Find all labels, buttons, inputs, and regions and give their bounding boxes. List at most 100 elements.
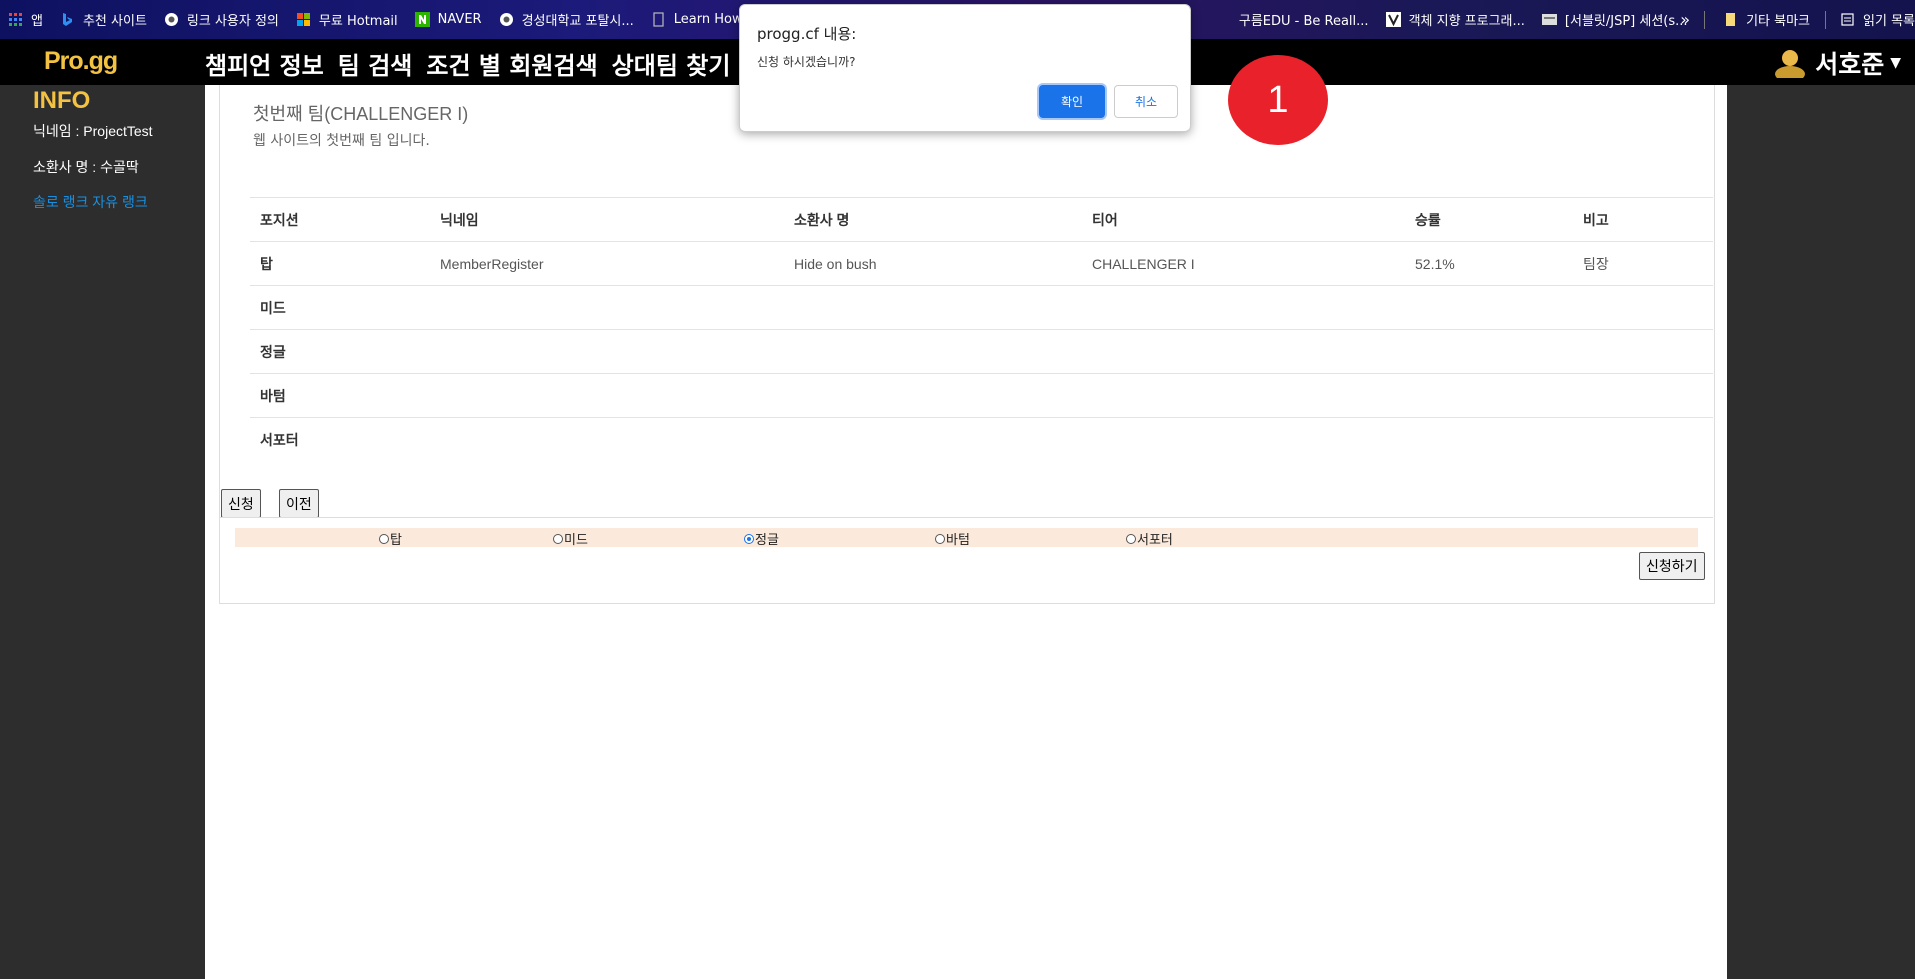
summoner-cell: Hide on bush <box>784 241 1082 286</box>
position-cell: 바텀 <box>250 373 430 418</box>
dialog-ok-button[interactable]: 확인 <box>1039 85 1105 118</box>
dialog-title: progg.cf 내용: <box>757 25 857 43</box>
team-title: 첫번째 팀(CHALLENGER I) <box>253 104 469 124</box>
v-icon <box>1385 12 1401 27</box>
nickname-info: 닉네임 : ProjectTest <box>33 123 153 139</box>
reading-list-button[interactable]: 읽기 목록 <box>1832 0 1915 39</box>
table-row: 정글 <box>250 329 1713 374</box>
column-header-position: 포지션 <box>250 197 430 242</box>
bookmark-apps[interactable]: 앱 <box>0 0 52 39</box>
winrate-cell <box>1405 329 1573 374</box>
nickname-cell <box>430 417 784 461</box>
radio-support[interactable]: 서포터 <box>1126 529 1173 548</box>
summoner-info: 소환사 명 : 수골딱 <box>33 159 139 175</box>
tier-cell <box>1082 373 1405 418</box>
nickname-cell <box>430 285 784 330</box>
nickname-link[interactable]: MemberRegister <box>430 241 784 286</box>
divider <box>1825 10 1827 29</box>
other-bookmarks-button[interactable]: 기타 북마크 <box>1715 0 1819 39</box>
bookmark-custom-links[interactable]: 링크 사용자 정의 <box>156 0 288 39</box>
nav-item-champion-info[interactable]: 챔피언 정보 <box>205 46 324 81</box>
winrate-cell: 52.1% <box>1405 241 1573 286</box>
bookmark-recommended[interactable]: 추천 사이트 <box>52 0 156 39</box>
bookmark-servlet[interactable]: [서블릿/JSP] 세션(s... <box>1534 0 1697 39</box>
bookmark-ks-portal[interactable]: 경성대학교 포탈시... <box>491 0 643 39</box>
rank-links[interactable]: 솔로 랭크 자유 랭크 <box>33 192 148 212</box>
avatar <box>1775 50 1806 78</box>
table-row: 서포터 <box>250 417 1713 461</box>
radio-bottom[interactable]: 바텀 <box>935 529 970 548</box>
globe-icon <box>499 13 513 26</box>
naver-icon <box>414 12 430 27</box>
tier-cell <box>1082 417 1405 461</box>
position-cell: 서포터 <box>250 417 430 461</box>
bookmark-naver[interactable]: NAVER <box>407 0 491 39</box>
bookmark-label: 링크 사용자 정의 <box>186 14 279 29</box>
note-cell <box>1573 417 1713 461</box>
radio-circle <box>379 533 389 544</box>
bookmark-label: [서블릿/JSP] 세션(s... <box>1564 14 1688 29</box>
note-cell <box>1573 373 1713 418</box>
folder-icon <box>1726 13 1736 26</box>
bookmark-label: 추천 사이트 <box>82 14 147 29</box>
bookmarks-overflow-button[interactable]: » <box>1680 10 1690 29</box>
bookmark-label: 앱 <box>31 14 43 29</box>
tier-cell: CHALLENGER I <box>1082 241 1405 286</box>
user-menu[interactable]: 서호준 ▼ <box>1773 45 1901 81</box>
summoner-cell <box>784 285 1082 330</box>
apply-form: 탑 미드 정글 바텀 서포터 신청하기 <box>219 517 1713 587</box>
winrate-cell <box>1405 417 1573 461</box>
chevron-down-icon: ▼ <box>1890 55 1901 71</box>
user-name: 서호준 <box>1815 50 1885 79</box>
info-title: INFO <box>33 87 91 114</box>
annotation-marker: 1 <box>1228 55 1328 145</box>
info-sidebar: INFO 닉네임 : ProjectTest 소환사 명 : 수골딱 솔로 랭크… <box>0 85 205 979</box>
note-cell[interactable]: 팀장 <box>1573 241 1713 286</box>
site-logo[interactable]: Pro.gg <box>44 47 118 76</box>
radio-circle-checked <box>744 533 754 544</box>
nav-item-member-search[interactable]: 조건 별 회원검색 <box>426 46 597 81</box>
nickname-cell <box>430 329 784 374</box>
position-radio-group: 탑 미드 정글 바텀 서포터 <box>235 528 1698 548</box>
prev-button[interactable]: 이전 <box>279 489 319 518</box>
radio-circle <box>1126 533 1136 544</box>
winrate-cell <box>1405 373 1573 418</box>
radio-top[interactable]: 탑 <box>379 529 402 548</box>
submit-application-button[interactable]: 신청하기 <box>1639 552 1705 580</box>
bookmark-hotmail[interactable]: 무료 Hotmail <box>288 0 407 39</box>
nav-item-find-opponent[interactable]: 상대팀 찾기 <box>612 46 731 81</box>
bookmark-label: 구름EDU - Be Reall... <box>1238 14 1369 29</box>
tier-cell <box>1082 329 1405 374</box>
confirm-dialog: progg.cf 내용: 신청 하시겠습니까? 확인 취소 <box>739 4 1191 132</box>
bookmark-goorm[interactable]: 구름EDU - Be Reall... <box>1231 0 1378 39</box>
globe-icon <box>164 13 178 26</box>
radio-label: 서포터 <box>1137 533 1173 548</box>
table-row: 바텀 <box>250 373 1713 418</box>
reading-list-label: 읽기 목록 <box>1863 14 1915 29</box>
radio-label: 미드 <box>564 533 588 548</box>
radio-circle <box>553 533 563 544</box>
nav-item-team-search[interactable]: 팀 검색 <box>338 46 413 81</box>
radio-mid[interactable]: 미드 <box>553 529 588 548</box>
nickname-cell <box>430 373 784 418</box>
dialog-cancel-button[interactable]: 취소 <box>1114 85 1178 118</box>
position-cell: 탑 <box>250 241 430 286</box>
main-content: 첫번째 팀(CHALLENGER I) 웹 사이트의 첫번째 팀 입니다. 포지… <box>205 85 1727 979</box>
microsoft-icon <box>296 13 310 26</box>
reading-list-icon <box>1841 13 1854 26</box>
summoner-cell <box>784 373 1082 418</box>
bookmark-label: 객체 지향 프로그래... <box>1408 14 1525 29</box>
radio-jungle[interactable]: 정글 <box>744 529 779 548</box>
apply-button[interactable]: 신청 <box>221 489 261 518</box>
apps-grid-icon <box>9 13 22 26</box>
bookmark-oop[interactable]: 객체 지향 프로그래... <box>1378 0 1534 39</box>
bing-icon <box>62 13 72 26</box>
column-header-nickname: 닉네임 <box>430 197 784 242</box>
position-cell: 미드 <box>250 285 430 330</box>
tier-cell <box>1082 285 1405 330</box>
page-icon <box>653 12 664 27</box>
table-row: 탑 MemberRegister Hide on bush CHALLENGER… <box>250 241 1713 286</box>
bookmark-label: NAVER <box>437 12 482 27</box>
divider <box>1704 10 1706 29</box>
column-header-summoner: 소환사 명 <box>784 197 1082 242</box>
